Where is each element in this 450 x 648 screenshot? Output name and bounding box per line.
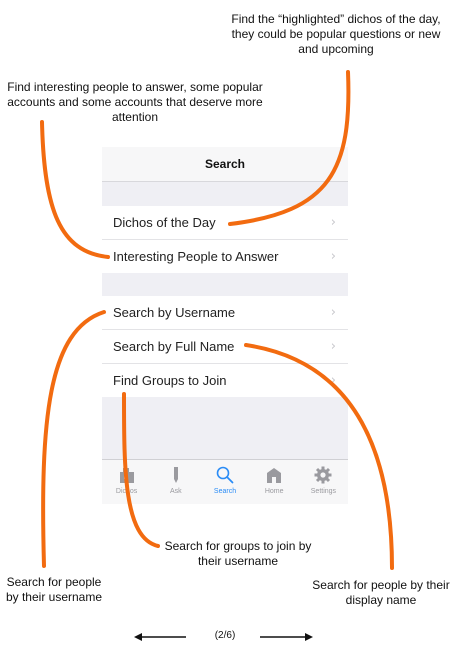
- chevron-right-icon: ›: [330, 249, 336, 264]
- tab-dichos[interactable]: Dichos: [102, 460, 151, 504]
- row-label: Find Groups to Join: [113, 373, 227, 388]
- annotation-interesting-people: Find interesting people to answer, some …: [7, 80, 263, 124]
- tab-label: Ask: [169, 488, 182, 495]
- annotation-search-full-name: Search for people by their display name: [312, 578, 450, 607]
- phone-screen: Search Dichos of the Day › Interesting P…: [102, 147, 348, 504]
- row-label: Dichos of the Day: [113, 215, 216, 230]
- page-indicator: (2/6): [214, 630, 236, 641]
- tab-ask[interactable]: Ask: [151, 460, 200, 504]
- gear-icon: [314, 466, 332, 484]
- annotation-find-groups: Search for groups to join by their usern…: [164, 539, 312, 568]
- row-interesting-people[interactable]: Interesting People to Answer ›: [102, 240, 348, 273]
- row-dichos-of-the-day[interactable]: Dichos of the Day ›: [102, 206, 348, 240]
- dichos-icon: [119, 468, 134, 483]
- section-discover: Dichos of the Day › Interesting People t…: [102, 206, 348, 273]
- tab-label: Search: [213, 488, 237, 495]
- tab-search[interactable]: Search: [200, 460, 249, 504]
- pen-icon: [173, 467, 178, 483]
- tab-label: Dichos: [115, 488, 138, 495]
- tab-settings[interactable]: Settings: [299, 460, 348, 504]
- row-label: Interesting People to Answer: [113, 249, 279, 264]
- tab-bar: Dichos Ask Search Home Settings: [102, 459, 348, 504]
- chevron-right-icon: ›: [330, 373, 336, 388]
- row-search-by-username[interactable]: Search by Username ›: [102, 296, 348, 330]
- home-icon: [267, 468, 282, 483]
- tab-label: Home: [264, 488, 284, 495]
- search-icon: [216, 466, 234, 484]
- callout-interesting-line: [40, 120, 110, 259]
- chevron-right-icon: ›: [330, 339, 336, 354]
- annotation-dichos-of-the-day: Find the “highlighted” dichos of the day…: [231, 12, 441, 56]
- navigation-bar: Search: [102, 147, 348, 182]
- row-find-groups[interactable]: Find Groups to Join ›: [102, 364, 348, 397]
- section-search: Search by Username › Search by Full Name…: [102, 296, 348, 397]
- annotation-search-username: Search for people by their username: [5, 575, 103, 604]
- chevron-right-icon: ›: [330, 215, 336, 230]
- callout-username-line: [41, 310, 106, 568]
- page-title: Search: [204, 157, 246, 171]
- chevron-right-icon: ›: [330, 305, 336, 320]
- row-label: Search by Username: [113, 305, 236, 320]
- tab-label: Settings: [310, 488, 337, 495]
- row-label: Search by Full Name: [113, 339, 235, 354]
- tab-home[interactable]: Home: [250, 460, 299, 504]
- row-search-by-full-name[interactable]: Search by Full Name ›: [102, 330, 348, 364]
